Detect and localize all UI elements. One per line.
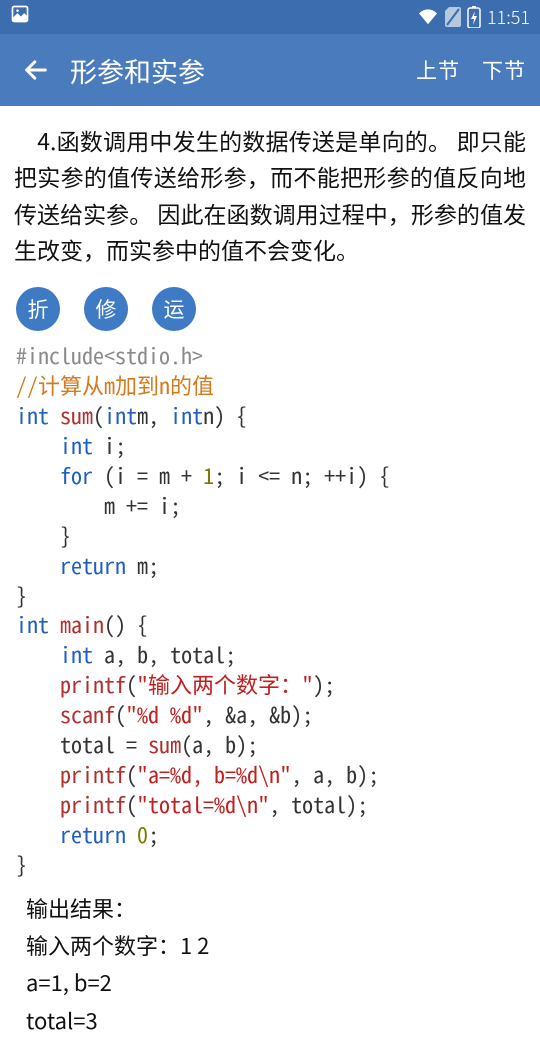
prev-link[interactable]: 上节 [416,55,460,85]
output-label: 输出结果： [26,890,514,927]
page-title: 形参和实参 [70,51,394,90]
content-area: 4.函数调用中发生的数据传送是单向的。 即只能把实参的值传送给形参，而不能把形参… [0,106,540,1039]
status-bar: 11:51 [0,0,540,34]
next-link[interactable]: 下节 [482,55,526,85]
run-button[interactable]: 运 [152,287,196,331]
battery-icon [467,6,481,28]
paragraph-text: 4.函数调用中发生的数据传送是单向的。 即只能把实参的值传送给形参，而不能把形参… [12,106,528,279]
output-line: 输入两个数字：1 2 [26,927,514,964]
output-line: a=1, b=2 [26,964,514,1001]
output-block: 输出结果： 输入两个数字：1 2 a=1, b=2 total=3 [12,880,528,1039]
status-right: 11:51 [417,4,530,30]
code-toolbar: 折 修 运 [12,279,528,341]
arrow-left-icon [22,56,50,84]
status-time: 11:51 [487,4,530,30]
app-bar: 形参和实参 上节 下节 [0,34,540,106]
code-block: #include<stdio.h> //计算从m加到n的值 int sum(in… [12,341,528,879]
sim-icon [445,7,461,27]
image-icon [10,4,30,30]
back-button[interactable] [14,56,58,84]
fold-button[interactable]: 折 [16,287,60,331]
code-comment: //计算从m加到n的值 [16,369,214,401]
fix-button[interactable]: 修 [84,287,128,331]
status-left [10,4,30,30]
output-line: total=3 [26,1002,514,1039]
wifi-icon [417,8,439,26]
code-include: #include<stdio.h> [16,339,203,371]
